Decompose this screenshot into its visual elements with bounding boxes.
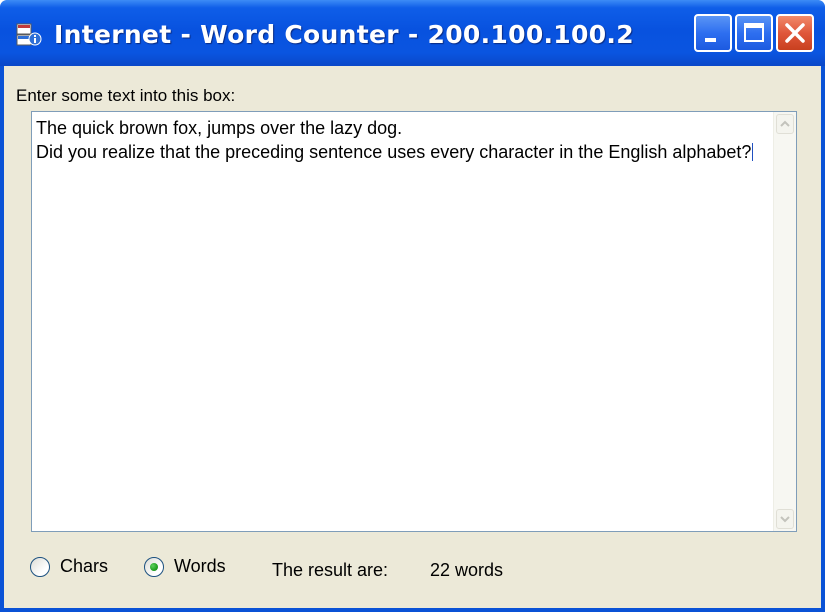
chars-radio-label: Chars xyxy=(60,556,109,576)
form-client-area: Enter some text into this box: The quick… xyxy=(4,66,821,608)
maximize-icon xyxy=(744,23,764,42)
words-radio-label: Words xyxy=(174,556,226,576)
text-line: Did you realize that the preceding sente… xyxy=(36,142,752,162)
chevron-up-icon xyxy=(780,120,790,127)
window-title: Internet - Word Counter - 200.100.100.2 xyxy=(54,20,634,49)
title-bar[interactable]: Internet - Word Counter - 200.100.100.2 xyxy=(0,0,825,66)
chars-radio-button[interactable] xyxy=(30,556,50,577)
result-value: 22 words xyxy=(430,560,504,580)
text-input-area[interactable]: The quick brown fox, jumps over the lazy… xyxy=(31,111,797,532)
text-caret xyxy=(752,143,754,161)
words-radio-button[interactable] xyxy=(144,556,164,577)
chars-radio-option[interactable]: Chars xyxy=(30,556,108,577)
word-counter-window: Internet - Word Counter - 200.100.100.2 … xyxy=(0,0,825,612)
text-prompt-label: Enter some text into this box: xyxy=(16,86,236,105)
close-button[interactable] xyxy=(776,14,814,52)
text-line: The quick brown fox, jumps over the lazy… xyxy=(36,118,403,138)
words-radio-option[interactable]: Words xyxy=(144,556,226,577)
vertical-scrollbar[interactable] xyxy=(773,112,796,531)
scroll-down-button[interactable] xyxy=(776,509,794,529)
minimize-button[interactable] xyxy=(694,14,732,52)
scroll-up-button[interactable] xyxy=(776,114,794,134)
minimize-icon xyxy=(705,38,716,42)
app-window-icon xyxy=(16,22,42,48)
maximize-button[interactable] xyxy=(735,14,773,52)
chevron-down-icon xyxy=(780,516,790,523)
result-label: The result are: xyxy=(272,560,389,580)
close-icon xyxy=(785,23,805,43)
text-content[interactable]: The quick brown fox, jumps over the lazy… xyxy=(36,116,771,164)
radio-selected-dot xyxy=(150,562,158,571)
